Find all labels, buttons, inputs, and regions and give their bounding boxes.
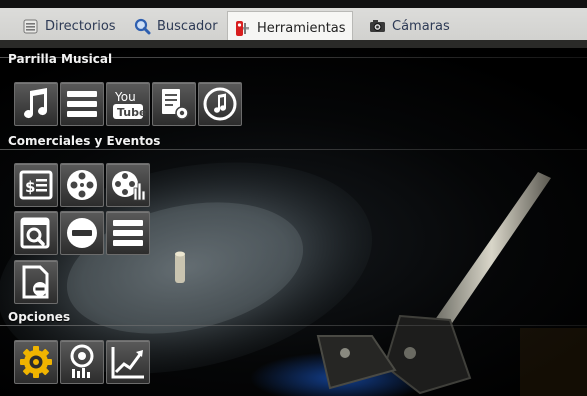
tab-bar: Directorios Buscador Herramientas Cámara… (0, 0, 587, 48)
reel-icon (67, 170, 97, 200)
section-title-music: Parrilla Musical (8, 52, 113, 66)
reel-stats-icon (112, 171, 146, 201)
list-icon (67, 91, 97, 117)
remove-document-icon (22, 265, 49, 299)
music-settings-button[interactable] (152, 82, 196, 126)
options-stats-button[interactable] (106, 340, 150, 384)
commercials-search-button[interactable] (14, 211, 58, 255)
list-icon (113, 220, 143, 246)
tab-camaras[interactable]: Cámaras (363, 12, 456, 40)
youtube-button[interactable]: You Tube (106, 82, 150, 126)
folder-icon (22, 18, 39, 35)
commercials-stats-button[interactable] (106, 163, 150, 207)
line-chart-icon (111, 347, 144, 379)
section-title-options: Opciones (8, 310, 71, 324)
options-view-button[interactable] (60, 340, 104, 384)
camera-icon (369, 18, 386, 35)
tab-herramientas[interactable]: Herramientas (227, 11, 353, 44)
tab-directorios[interactable]: Directorios (16, 12, 122, 40)
commercials-reel-button[interactable] (60, 163, 104, 207)
price-list-icon: $ (19, 170, 53, 200)
svg-text:Tube: Tube (117, 106, 146, 119)
tab-herramientas-label: Herramientas (257, 20, 346, 36)
commercials-remove-button[interactable] (60, 211, 104, 255)
tab-directorios-label: Directorios (45, 18, 116, 34)
section-divider (0, 149, 587, 150)
options-settings-button[interactable] (14, 340, 58, 384)
magnifier-icon (134, 18, 151, 35)
music-disc-icon (203, 87, 237, 121)
commercials-delete-doc-button[interactable] (14, 260, 58, 304)
tab-buscador[interactable]: Buscador (128, 12, 224, 40)
svg-text:You: You (114, 90, 136, 104)
tab-camaras-label: Cámaras (392, 18, 450, 34)
music-list-button[interactable] (60, 82, 104, 126)
tools-icon (234, 20, 251, 37)
commercials-list-button[interactable] (106, 211, 150, 255)
section-title-commercials: Comerciales y Eventos (8, 134, 161, 148)
music-note-icon (24, 88, 48, 119)
minus-circle-icon (67, 218, 97, 248)
svg-text:$: $ (25, 178, 35, 196)
section-divider (0, 325, 587, 326)
settings-document-icon (162, 89, 189, 120)
gear-icon (20, 346, 52, 378)
music-grid-button[interactable] (14, 82, 58, 126)
music-disc-button[interactable] (198, 82, 242, 126)
search-document-icon (20, 217, 50, 249)
youtube-icon: You Tube (113, 90, 146, 119)
commercials-price-button[interactable]: $ (14, 163, 58, 207)
eye-levels-icon (70, 344, 94, 378)
tab-buscador-label: Buscador (157, 18, 218, 34)
tools-panel: Parrilla Musical You Tube Comerciales y … (0, 48, 587, 396)
